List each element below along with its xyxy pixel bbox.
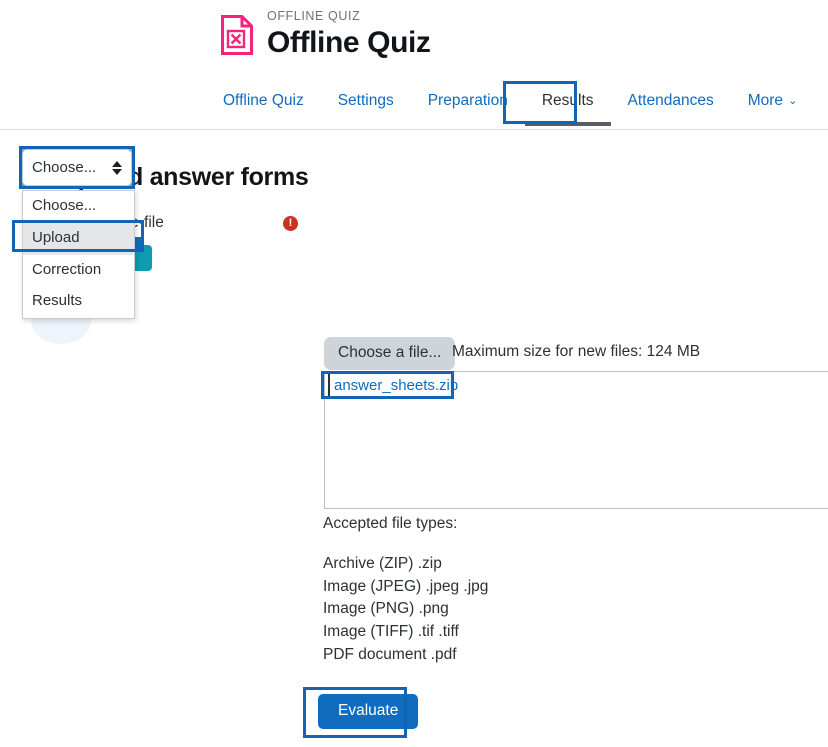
chevron-down-icon: ⌄ <box>788 95 798 107</box>
activity-title-block: OFFLINE QUIZ Offline Quiz <box>267 9 431 60</box>
max-file-size-text: Maximum size for new files: 124 MB <box>452 343 701 360</box>
mode-select-value: Choose... <box>32 159 97 176</box>
accepted-file-types-list: Archive (ZIP) .zip Image (JPEG) .jpeg .j… <box>323 553 488 667</box>
file-type-item: Image (TIFF) .tif .tiff <box>323 623 459 641</box>
choose-a-file-button[interactable]: Choose a file... <box>324 337 456 370</box>
tab-label: Settings <box>337 92 394 109</box>
dropdown-option-correction[interactable]: Correction <box>23 255 134 287</box>
activity-eyebrow: OFFLINE QUIZ <box>267 9 361 23</box>
mode-select-dropdown: Choose... Upload Correction Results <box>22 190 135 319</box>
tab-settings[interactable]: Settings <box>321 86 411 116</box>
tab-preparation[interactable]: Preparation <box>411 86 525 116</box>
tab-label: Attendances <box>627 92 714 109</box>
nav-tabs: Offline Quiz Settings Preparation Result… <box>206 86 815 126</box>
tab-offline-quiz[interactable]: Offline Quiz <box>206 86 321 116</box>
dropdown-option-results[interactable]: Results <box>23 286 134 318</box>
file-type-item: Archive (ZIP) .zip <box>323 555 442 572</box>
uploaded-file-name[interactable]: answer_sheets.zip <box>330 375 462 396</box>
required-exclamation-icon: ! <box>283 216 298 231</box>
text-caret <box>328 374 330 396</box>
dropdown-option-upload[interactable]: Upload <box>23 222 134 255</box>
tab-label: Offline Quiz <box>223 92 304 109</box>
dropdown-option-choose[interactable]: Choose... <box>23 191 134 223</box>
tab-label: More <box>747 92 784 109</box>
file-type-item: Image (JPEG) .jpeg .jpg <box>323 577 489 595</box>
file-type-item: Image (PNG) .png <box>323 600 449 618</box>
page-title: Offline Quiz <box>267 25 431 59</box>
mode-select-wrapper: Choose... Choose... Upload Correction Re… <box>22 149 135 319</box>
page-root: OFFLINE QUIZ Offline Quiz Offline Quiz S… <box>0 0 828 747</box>
offline-quiz-document-icon <box>220 14 254 56</box>
tab-label: Preparation <box>427 92 508 109</box>
tab-attendances[interactable]: Attendances <box>611 86 731 116</box>
activity-header: OFFLINE QUIZ Offline Quiz <box>220 9 431 60</box>
mode-select[interactable]: Choose... <box>22 149 132 186</box>
evaluate-button[interactable]: Evaluate <box>318 694 419 729</box>
tab-label: Results <box>541 92 594 109</box>
page-header: OFFLINE QUIZ Offline Quiz Offline Quiz S… <box>0 0 828 130</box>
tab-results[interactable]: Results <box>524 86 611 126</box>
up-down-arrows-icon <box>112 160 122 175</box>
file-type-item: PDF document .pdf <box>323 645 457 663</box>
tab-more[interactable]: More ⌄ <box>731 86 815 116</box>
accepted-file-types-title: Accepted file types: <box>323 515 458 532</box>
